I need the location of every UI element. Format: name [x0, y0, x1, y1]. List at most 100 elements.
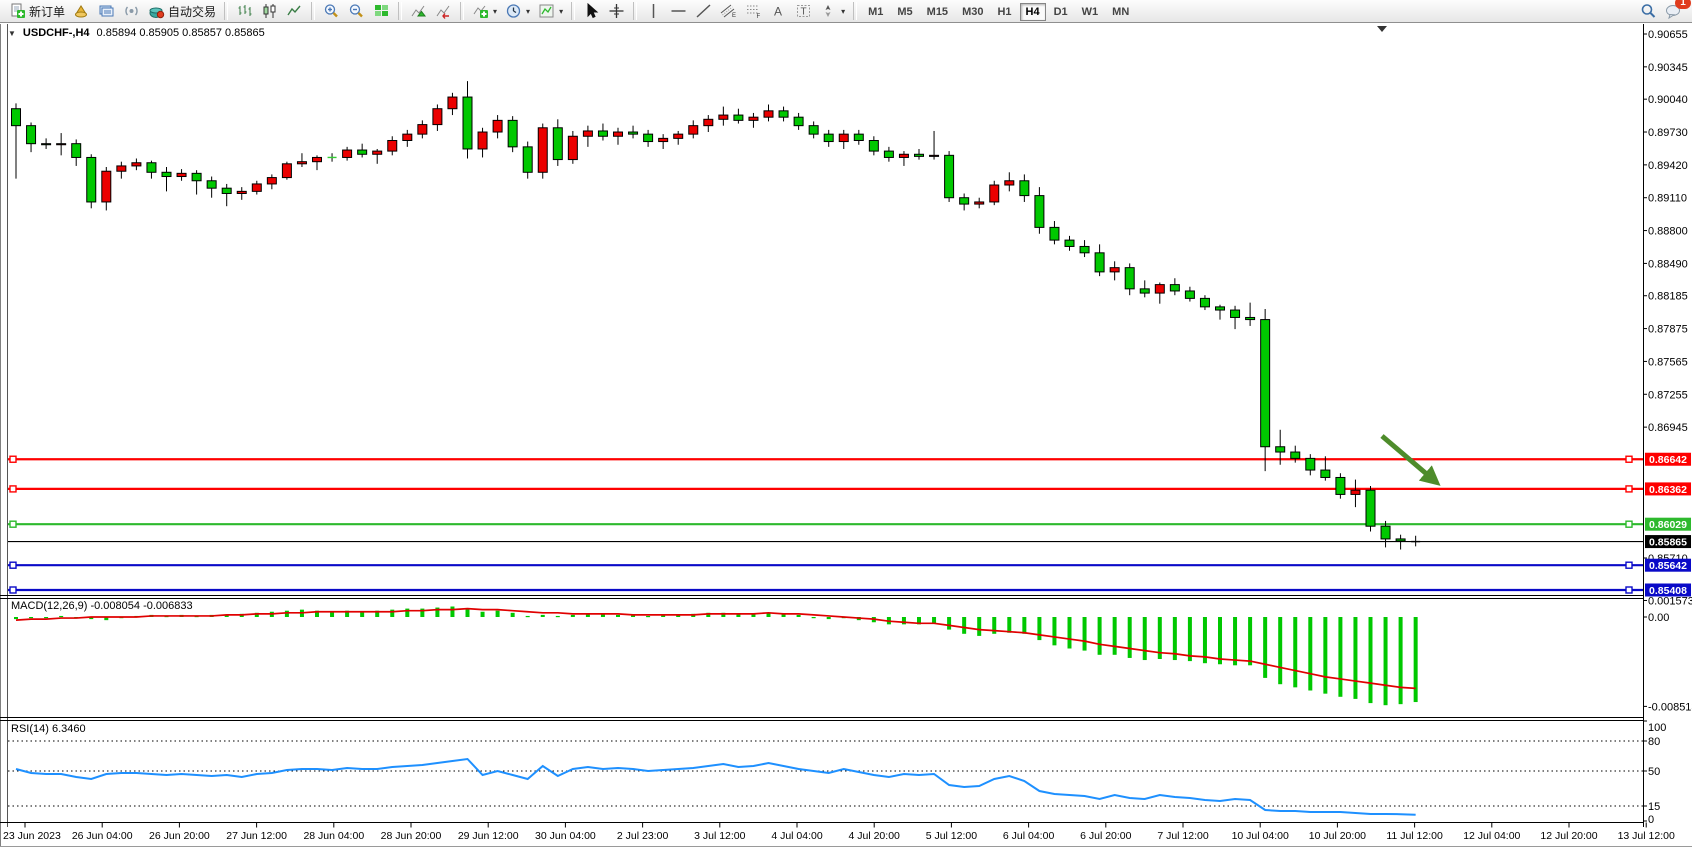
macd-histogram-bar	[1113, 617, 1117, 655]
candle-up	[267, 178, 276, 184]
candle-down	[1170, 285, 1179, 291]
time-tick-label: 5 Jul 12:00	[926, 830, 978, 842]
hline-price-badge-label: 0.86642	[1649, 454, 1687, 466]
price-tick-label: 0.88800	[1648, 226, 1688, 238]
chart-symbol-period: USDCHF-,H4	[23, 27, 90, 39]
macd-histogram-bar	[1188, 617, 1192, 661]
macd-histogram-bar	[44, 617, 48, 618]
macd-histogram-bar	[1083, 617, 1087, 651]
hline-endpoint-marker[interactable]	[1626, 486, 1632, 492]
macd-histogram-bar	[947, 617, 951, 630]
macd-histogram-bar	[1022, 617, 1026, 634]
hline-endpoint-marker[interactable]	[10, 521, 16, 527]
hline-endpoint-marker[interactable]	[10, 456, 16, 462]
time-tick-label: 3 Jul 12:00	[694, 830, 746, 842]
price-tick-label: 0.87255	[1648, 389, 1688, 401]
time-tick-label: 28 Jun 20:00	[381, 830, 442, 842]
candle-down	[824, 134, 833, 141]
macd-histogram-bar	[1369, 617, 1373, 703]
candle-up	[1351, 490, 1360, 494]
candle-up	[538, 128, 547, 173]
candle-up	[975, 202, 984, 204]
candle-up	[433, 109, 442, 125]
hline-endpoint-marker[interactable]	[1626, 587, 1632, 593]
rsi-scale-label: 50	[1648, 766, 1660, 778]
macd-histogram-bar	[902, 617, 906, 624]
chart-canvas[interactable]: 0.906550.903450.900400.897300.894200.891…	[0, 0, 1692, 846]
time-tick-label: 13 Jul 12:00	[1618, 830, 1675, 842]
candle-down	[192, 173, 201, 180]
candle-up	[930, 155, 939, 156]
candle-down	[222, 188, 231, 193]
macd-histogram-bar	[932, 617, 936, 623]
candle-down	[1020, 181, 1029, 196]
candle-down	[629, 132, 638, 134]
rsi-label: RSI(14) 6.3460	[11, 723, 86, 735]
candle-up	[689, 126, 698, 134]
candle-up	[1110, 268, 1119, 272]
hline-price-badge-label: 0.86029	[1649, 519, 1687, 531]
hline-endpoint-marker[interactable]	[10, 486, 16, 492]
candle-down	[27, 126, 36, 144]
macd-label: MACD(12,26,9) -0.008054 -0.006833	[11, 600, 193, 612]
hline-endpoint-marker[interactable]	[1626, 521, 1632, 527]
macd-histogram-bar	[1414, 617, 1418, 702]
hline-endpoint-marker[interactable]	[1626, 562, 1632, 568]
candle-up	[177, 173, 186, 176]
candle-up	[659, 138, 668, 141]
macd-histogram-bar	[1098, 617, 1102, 655]
macd-histogram-bar	[450, 607, 454, 618]
macd-histogram-bar	[1263, 617, 1267, 678]
time-tick-label: 4 Jul 20:00	[849, 830, 901, 842]
time-tick-label: 28 Jun 04:00	[303, 830, 364, 842]
macd-histogram-bar	[29, 617, 33, 618]
macd-histogram-bar	[1052, 617, 1056, 645]
candle-down	[644, 134, 653, 141]
macd-histogram-bar	[390, 610, 394, 617]
rsi-scale-label: 0	[1648, 814, 1654, 826]
candle-down	[1080, 246, 1089, 252]
macd-histogram-bar	[496, 611, 500, 617]
candle-up	[568, 136, 577, 159]
candle-down	[884, 151, 893, 157]
candle-down	[72, 144, 81, 158]
current-price-badge-label: 0.85865	[1649, 537, 1687, 549]
chart-shift-marker[interactable]	[1377, 26, 1387, 32]
macd-histogram-bar	[1323, 617, 1327, 694]
candle-down	[1065, 240, 1074, 246]
candle-up	[839, 134, 848, 141]
macd-histogram-bar	[1353, 617, 1357, 699]
time-axis	[25, 823, 1646, 828]
candle-up	[403, 134, 412, 140]
time-tick-label: 12 Jul 20:00	[1540, 830, 1597, 842]
candle-down	[1276, 447, 1285, 452]
macd-scale-label: -0.008513	[1648, 701, 1692, 713]
hline-price-badge-label: 0.85642	[1649, 560, 1687, 572]
candle-up	[373, 151, 382, 154]
price-tick-label: 0.86945	[1648, 422, 1688, 434]
candle-up	[478, 132, 487, 149]
candle-down	[869, 140, 878, 151]
candle-up	[614, 132, 623, 136]
macd-histogram-bar	[646, 616, 650, 617]
candle-down	[854, 134, 863, 140]
candle-down	[734, 115, 743, 120]
candle-down	[1035, 196, 1044, 228]
candle-up	[132, 163, 141, 166]
time-tick-label: 26 Jun 20:00	[149, 830, 210, 842]
price-tick-label: 0.90655	[1648, 29, 1688, 41]
candle-down	[162, 172, 171, 176]
price-tick-label: 0.88185	[1648, 291, 1688, 303]
one-click-trading-toggle-icon[interactable]: ▼	[8, 29, 16, 38]
candle-down	[794, 117, 803, 125]
macd-histogram-bar	[1128, 617, 1132, 658]
candle-down	[1216, 307, 1225, 310]
macd-histogram-bar	[797, 615, 801, 617]
macd-histogram-bar	[1218, 617, 1222, 664]
candle-up	[899, 154, 908, 157]
hline-endpoint-marker[interactable]	[10, 562, 16, 568]
candle-up	[252, 184, 261, 191]
candle-down	[523, 147, 532, 172]
hline-endpoint-marker[interactable]	[10, 587, 16, 593]
hline-endpoint-marker[interactable]	[1626, 456, 1632, 462]
